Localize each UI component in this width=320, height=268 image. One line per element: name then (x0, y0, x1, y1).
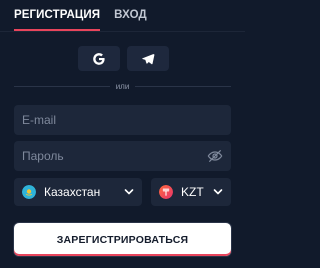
telegram-login-button[interactable] (127, 46, 169, 71)
social-login-buttons (78, 46, 169, 71)
google-login-button[interactable] (78, 46, 120, 71)
tab-login[interactable]: ВХОД (114, 9, 147, 31)
password-field (14, 141, 231, 171)
google-icon (93, 52, 105, 65)
tab-register[interactable]: РЕГИСТРАЦИЯ (14, 9, 101, 31)
chevron-down-icon (124, 189, 134, 195)
chevron-down-icon (213, 189, 223, 195)
currency-flag-icon (159, 185, 173, 199)
auth-tabs: РЕГИСТРАЦИЯ ВХОД (14, 9, 147, 31)
or-separator: или (14, 80, 232, 92)
country-select[interactable]: Казахстан (14, 178, 142, 206)
email-input[interactable] (14, 105, 231, 135)
registration-panel: РЕГИСТРАЦИЯ ВХОД или E-mail Казахстан KZ… (0, 0, 245, 268)
currency-select[interactable]: KZT (151, 178, 231, 206)
currency-value: KZT (181, 185, 204, 199)
or-line-right (135, 85, 232, 87)
email-field (14, 105, 231, 135)
register-button[interactable]: ЗАРЕГИСТРИРОВАТЬСЯ (14, 223, 231, 256)
or-line-left (14, 85, 110, 87)
eye-off-icon[interactable] (207, 148, 223, 164)
password-input[interactable] (14, 141, 231, 171)
telegram-icon (142, 53, 155, 64)
country-value: Казахстан (44, 185, 101, 199)
tabs-divider (0, 31, 245, 32)
kazakhstan-flag-icon (22, 185, 36, 199)
or-label: или (115, 81, 130, 91)
